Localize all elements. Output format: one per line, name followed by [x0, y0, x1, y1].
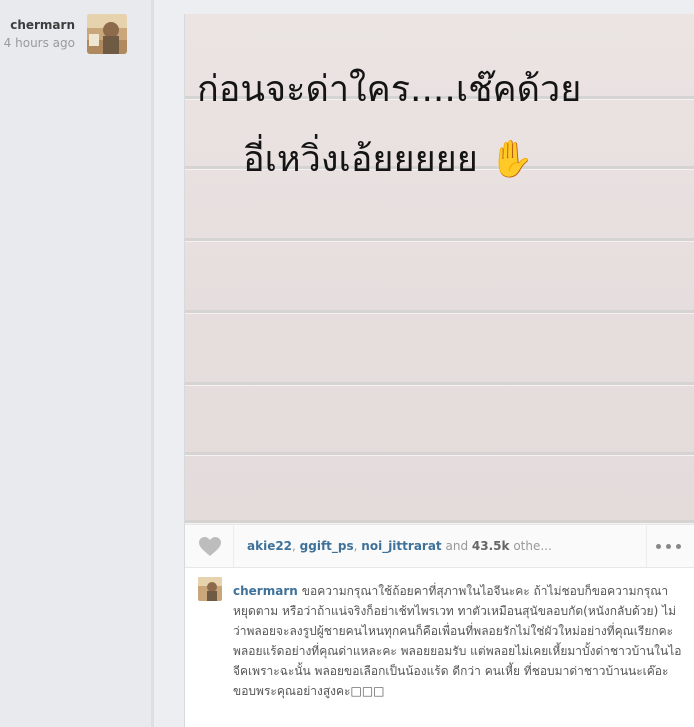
- more-options-dot: [666, 544, 671, 549]
- others-text[interactable]: othe...: [513, 539, 551, 553]
- timeline-rail: [151, 0, 154, 727]
- liker-link[interactable]: noi_jittrarat: [361, 539, 441, 553]
- left-column: [0, 0, 151, 727]
- liker-link[interactable]: ggift_ps: [300, 539, 354, 553]
- comment-username[interactable]: chermarn: [233, 584, 298, 598]
- photo-text-line-1: ก่อนจะด่าใคร....เช๊คด้วย: [197, 69, 582, 110]
- likes-summary: akie22, ggift_ps, noi_jittrarat and 43.5…: [247, 539, 552, 553]
- comment-text: ขอความกรุณาใช้ถ้อยคาที่สุภาพในไอจีนะคะ ถ…: [233, 584, 682, 698]
- paper-line: [185, 382, 694, 385]
- post-timestamp[interactable]: 4 hours ago: [4, 36, 75, 50]
- paper-line: [185, 238, 694, 241]
- caption-comment: chermarn ขอความกรุณาใช้ถ้อยคาที่สุภาพในไอ…: [233, 581, 685, 701]
- paper-line: [185, 452, 694, 455]
- post-card: ก่อนจะด่าใคร....เช๊คด้วย อี่เหวิ่งเอ้ยยย…: [184, 14, 694, 727]
- comment-avatar[interactable]: [198, 577, 222, 601]
- like-count[interactable]: 43.5k: [472, 539, 510, 553]
- post-photo[interactable]: ก่อนจะด่าใคร....เช๊คด้วย อี่เหวิ่งเอ้ยยย…: [185, 14, 694, 524]
- heart-icon[interactable]: [198, 536, 222, 557]
- more-options-icon: [656, 544, 661, 549]
- photo-text-line-2: อี่เหวิ่งเอ้ยยยยย ✋: [243, 139, 535, 180]
- action-bar: akie22, ggift_ps, noi_jittrarat and 43.5…: [185, 524, 694, 568]
- more-options-button[interactable]: [646, 525, 694, 567]
- like-button[interactable]: [185, 525, 234, 567]
- and-text: and: [445, 539, 469, 553]
- more-options-dot: [676, 544, 681, 549]
- paper-line: [185, 310, 694, 313]
- paper-line: [185, 520, 694, 523]
- post-author-username[interactable]: chermarn: [10, 18, 75, 32]
- liker-link[interactable]: akie22: [247, 539, 292, 553]
- post-author-avatar[interactable]: [87, 14, 127, 54]
